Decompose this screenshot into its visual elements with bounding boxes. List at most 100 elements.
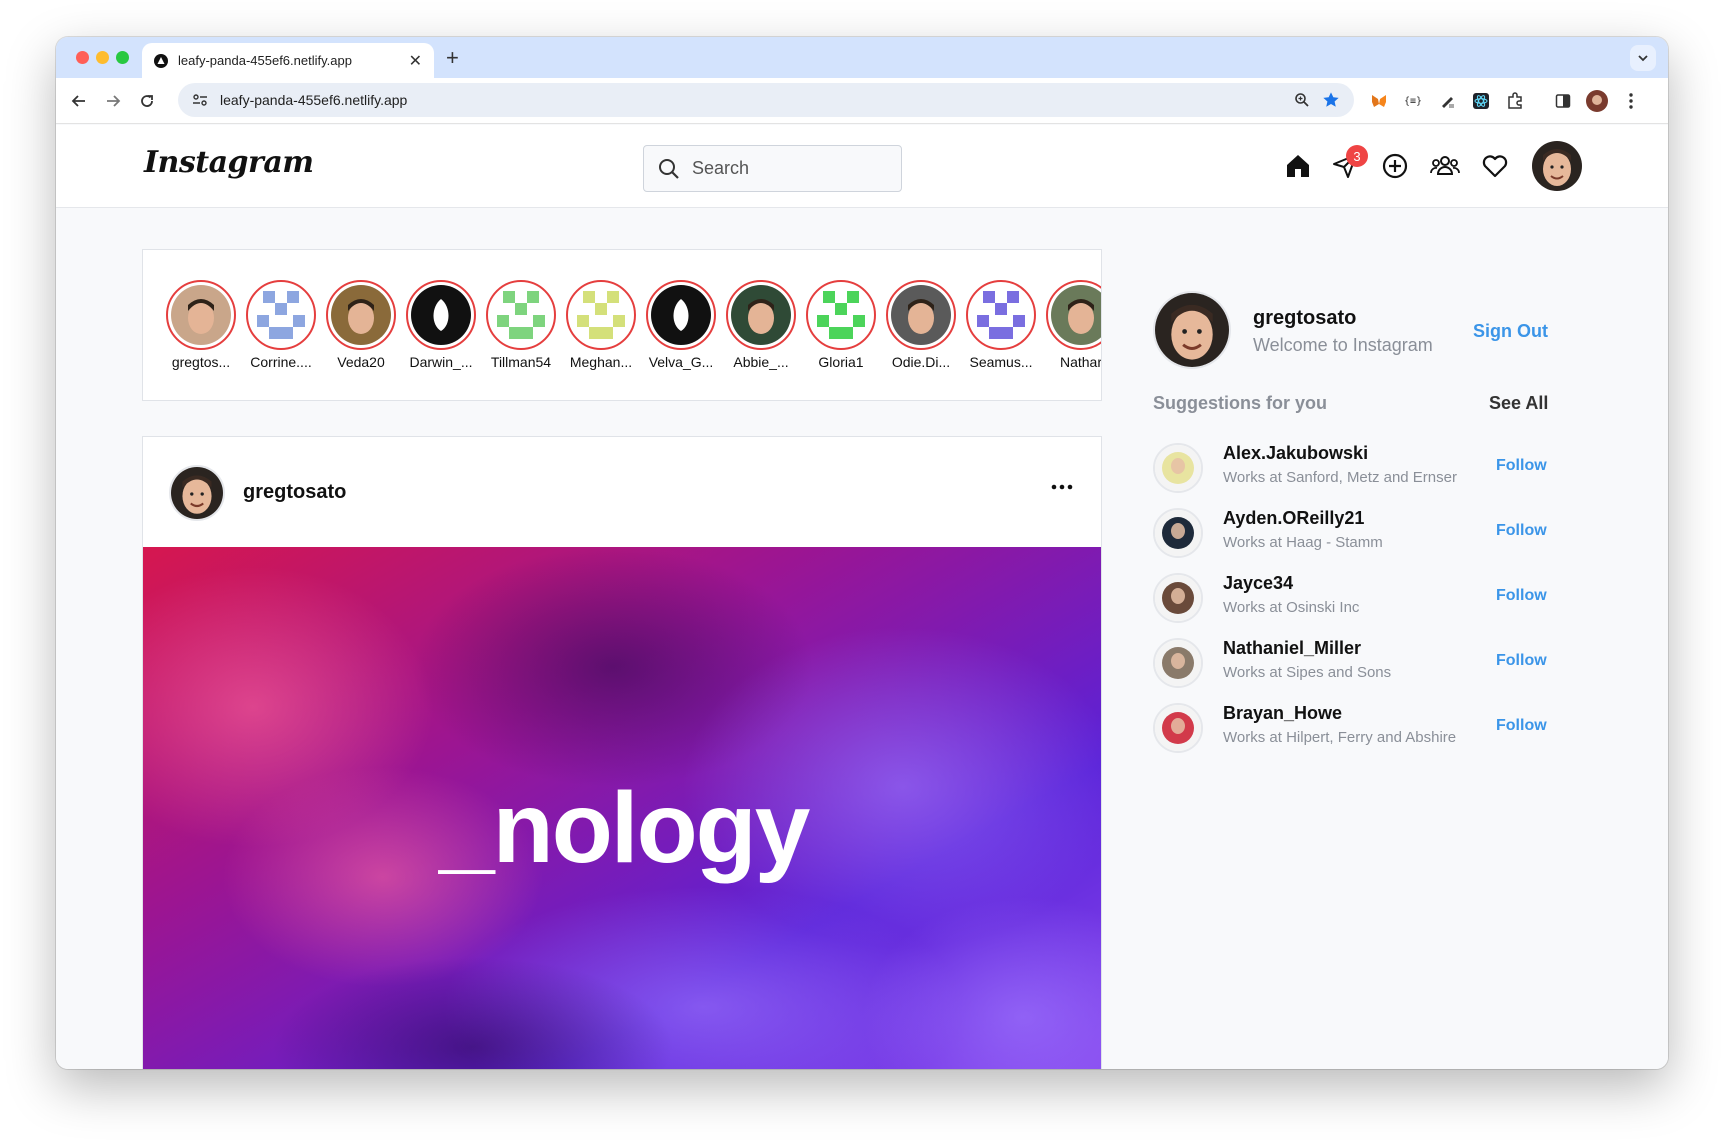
forward-button[interactable] [102,90,124,112]
pen-extension-icon[interactable] [1436,90,1458,112]
browser-menu-icon[interactable] [1620,90,1642,112]
story-avatar [1051,285,1101,345]
bookmark-star-icon[interactable] [1322,91,1340,109]
netlify-favicon-icon [154,53,168,68]
activity-button[interactable] [1478,149,1512,183]
story-avatar-ring[interactable] [806,280,876,350]
story-avatar-ring[interactable] [726,280,796,350]
suggestion-username[interactable]: Brayan_Howe [1223,703,1342,724]
see-all-link[interactable]: See All [1489,393,1548,414]
explore-people-button[interactable] [1428,149,1462,183]
reload-icon [141,95,153,107]
side-panel-icon[interactable] [1552,90,1574,112]
story-item[interactable]: Abbie_... [721,280,801,370]
story-item[interactable]: Odie.Di... [881,280,961,370]
current-user-avatar[interactable] [1153,291,1231,369]
stories-bar: gregtos... Corrine.... Veda20 Darwin_... Til… [142,249,1102,401]
story-username: Abbie_... [733,354,789,370]
zoom-window-button[interactable] [116,51,129,64]
react-devtools-icon[interactable] [1470,90,1492,112]
story-avatar-ring[interactable] [486,280,556,350]
follow-button[interactable]: Follow [1496,457,1547,475]
current-username[interactable]: gregtosato [1253,307,1356,330]
story-item[interactable]: Tillman54 [481,280,561,370]
instagram-logo[interactable]: Instagram [144,145,314,180]
extensions-puzzle-icon[interactable] [1504,90,1526,112]
story-username: Meghan... [569,354,633,370]
story-username: Odie.Di... [891,354,951,370]
messages-badge: 3 [1346,145,1368,167]
story-avatar-ring[interactable] [1046,280,1101,350]
address-bar[interactable]: leafy-panda-455ef6.netlify.app [178,83,1354,117]
suggestion-username[interactable]: Nathaniel_Miller [1223,638,1361,659]
story-avatar-ring[interactable] [166,280,236,350]
home-button[interactable] [1281,149,1315,183]
story-username: Veda20 [337,354,385,370]
story-username: Velva_G... [648,354,714,370]
follow-button[interactable]: Follow [1496,522,1547,540]
suggestion-item: Jayce34 Works at Osinski Inc Follow [1153,571,1553,625]
profile-avatar[interactable] [1532,141,1582,191]
back-button[interactable] [68,90,90,112]
story-item[interactable]: Veda20 [321,280,401,370]
story-avatar-ring[interactable] [646,280,716,350]
story-username: Corrine.... [250,354,312,370]
new-tab-button[interactable]: + [446,45,459,71]
post-image[interactable]: _nology [143,547,1101,1069]
new-post-button[interactable] [1378,149,1412,183]
search-input[interactable] [692,158,892,179]
profile-avatar-icon[interactable] [1586,90,1608,112]
follow-button[interactable]: Follow [1496,587,1547,605]
story-avatar-ring[interactable] [566,280,636,350]
story-avatar-ring[interactable] [326,280,396,350]
metamask-extension-icon[interactable] [1368,90,1390,112]
story-username: Darwin_... [409,354,473,370]
story-avatar-ring[interactable] [966,280,1036,350]
suggestion-avatar[interactable] [1153,638,1203,688]
search-icon [659,158,679,179]
json-extension-icon[interactable]: {≡} [1402,90,1424,112]
heart-icon [1482,155,1508,178]
story-item[interactable]: Meghan... [561,280,641,370]
post-image-caption: _nology [439,772,810,884]
story-avatar-ring[interactable] [246,280,316,350]
story-avatar-ring[interactable] [406,280,476,350]
story-item[interactable]: Seamus... [961,280,1041,370]
suggestion-username[interactable]: Ayden.OReilly21 [1223,508,1364,529]
more-horizontal-icon [1051,484,1073,490]
search-box[interactable] [643,145,902,192]
suggestion-avatar[interactable] [1153,573,1203,623]
sign-out-button[interactable]: Sign Out [1473,321,1548,342]
story-item[interactable]: Darwin_... [401,280,481,370]
follow-button[interactable]: Follow [1496,652,1547,670]
tab-search-button[interactable] [1630,45,1656,71]
messages-button[interactable]: 3 [1328,145,1368,183]
story-avatar-ring[interactable] [886,280,956,350]
close-tab-icon[interactable]: ✕ [409,51,422,71]
follow-button[interactable]: Follow [1496,717,1547,735]
story-item[interactable]: Velva_G... [641,280,721,370]
story-avatar [171,285,231,345]
story-item[interactable]: gregtos... [161,280,241,370]
close-window-button[interactable] [76,51,89,64]
story-item[interactable]: Gloria1 [801,280,881,370]
story-avatar [491,285,551,345]
suggestion-item: Ayden.OReilly21 Works at Haag - Stamm Foll… [1153,506,1553,560]
zoom-icon[interactable] [1294,92,1310,108]
story-username: Gloria1 [818,354,864,370]
post-author-avatar[interactable] [169,465,225,521]
story-avatar [891,285,951,345]
post-username[interactable]: gregtosato [243,481,346,504]
story-item[interactable]: Corrine.... [241,280,321,370]
suggestion-avatar[interactable] [1153,443,1203,493]
suggestion-avatar[interactable] [1153,703,1203,753]
post-options-button[interactable] [1047,477,1077,497]
story-avatar [571,285,631,345]
reload-button[interactable] [136,90,158,112]
suggestion-username[interactable]: Alex.Jakubowski [1223,443,1368,464]
minimize-window-button[interactable] [96,51,109,64]
browser-tab[interactable]: leafy-panda-455ef6.netlify.app ✕ [142,43,434,78]
suggestion-username[interactable]: Jayce34 [1223,573,1293,594]
story-item[interactable]: Nathar [1041,280,1101,370]
suggestion-avatar[interactable] [1153,508,1203,558]
